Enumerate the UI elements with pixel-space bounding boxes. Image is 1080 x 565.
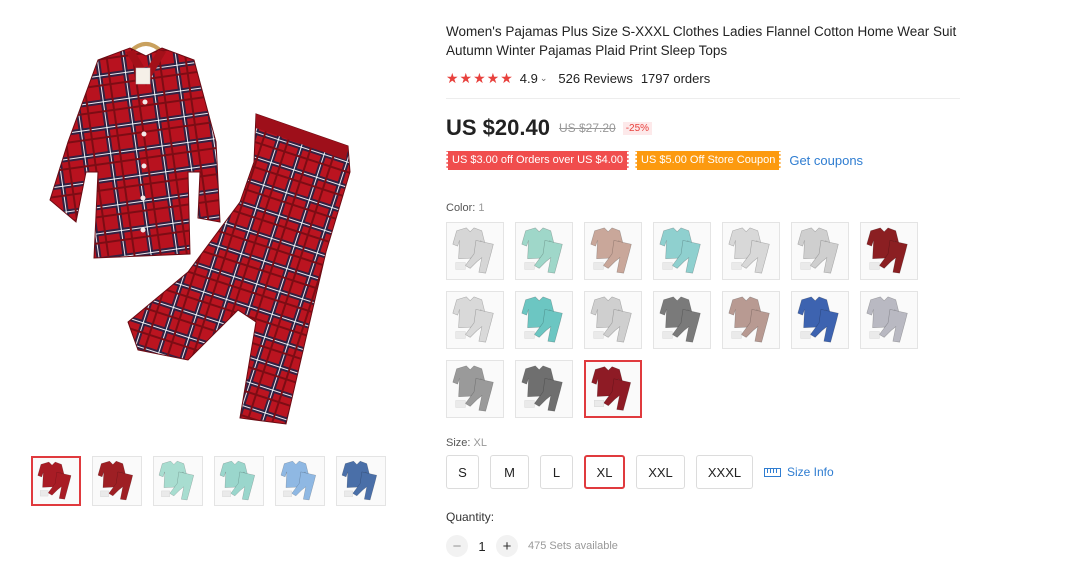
- color-swatch[interactable]: [584, 360, 642, 418]
- stock-available: 475 Sets available: [528, 540, 618, 552]
- product-title: Women's Pajamas Plus Size S-XXXL Clothes…: [446, 24, 957, 58]
- get-coupons-link[interactable]: Get coupons: [789, 153, 863, 168]
- size-label: Size: XL: [446, 437, 966, 449]
- color-swatch-grid: [446, 222, 926, 418]
- gallery-thumbnail[interactable]: [336, 456, 386, 506]
- color-swatch[interactable]: [791, 222, 849, 280]
- color-swatch[interactable]: [860, 291, 918, 349]
- quantity-increase-button[interactable]: +: [496, 535, 518, 557]
- reviews-count[interactable]: 526 Reviews: [558, 71, 632, 86]
- color-swatch[interactable]: [446, 222, 504, 280]
- gallery-thumbnail[interactable]: [92, 456, 142, 506]
- size-option-l[interactable]: L: [540, 455, 573, 489]
- original-price: US $27.20: [558, 121, 616, 135]
- rating-value[interactable]: 4.9: [520, 71, 538, 86]
- size-label-text: Size:: [446, 437, 471, 449]
- size-option-xl[interactable]: XL: [584, 455, 625, 489]
- color-swatch[interactable]: [446, 291, 504, 349]
- gallery-thumbnail[interactable]: [214, 456, 264, 506]
- size-selected-value: XL: [473, 437, 487, 449]
- size-info-label: Size Info: [787, 465, 834, 479]
- color-swatch[interactable]: [446, 360, 504, 418]
- gallery-thumbnail[interactable]: [31, 456, 81, 506]
- pajama-set-illustration: [49, 42, 351, 425]
- divider: [446, 98, 960, 99]
- main-product-image[interactable]: [28, 22, 388, 442]
- color-swatch[interactable]: [515, 222, 573, 280]
- ruler-icon: [764, 467, 781, 477]
- color-swatch[interactable]: [653, 291, 711, 349]
- quantity-stepper: − 1 + 475 Sets available: [446, 535, 966, 557]
- color-swatch[interactable]: [722, 291, 780, 349]
- rating-stars-icon: ★★★★★: [446, 69, 514, 86]
- orders-count: 1797 orders: [640, 70, 711, 86]
- price-row: US $20.40 US $27.20 -25%: [446, 115, 966, 141]
- chevron-down-icon[interactable]: ⌄: [540, 73, 548, 84]
- discount-badge: -25%: [622, 121, 653, 135]
- color-swatch[interactable]: [584, 222, 642, 280]
- order-coupon[interactable]: US $3.00 off Orders over US $4.00: [445, 151, 630, 170]
- color-swatch[interactable]: [584, 291, 642, 349]
- color-swatch[interactable]: [791, 291, 849, 349]
- color-swatch[interactable]: [515, 360, 573, 418]
- size-option-m[interactable]: M: [490, 455, 529, 489]
- color-selected-value: 1: [478, 202, 485, 214]
- size-options: S M L XL XXL XXXL Size Info: [446, 455, 966, 489]
- color-swatch[interactable]: [515, 291, 573, 349]
- rating-row: ★★★★★ 4.9 ⌄ 526 Reviews 1797 orders: [446, 69, 966, 87]
- quantity-label: Quantity:: [446, 510, 495, 524]
- color-swatch[interactable]: [860, 222, 918, 280]
- size-option-xxl[interactable]: XXL: [636, 455, 685, 489]
- size-info-link[interactable]: Size Info: [764, 465, 834, 479]
- size-option-s[interactable]: S: [446, 455, 479, 489]
- store-coupon[interactable]: US $5.00 Off Store Coupon: [633, 151, 783, 170]
- gallery-thumbnail[interactable]: [153, 456, 203, 506]
- product-info-panel: Women's Pajamas Plus Size S-XXXL Clothes…: [445, 22, 966, 557]
- current-price: US $20.40: [446, 115, 550, 140]
- color-swatch[interactable]: [653, 222, 711, 280]
- thumbnail-strip: [31, 456, 386, 506]
- gallery-thumbnail[interactable]: [275, 456, 325, 506]
- color-swatch[interactable]: [722, 222, 780, 280]
- quantity-decrease-button[interactable]: −: [446, 535, 468, 557]
- size-option-xxxl[interactable]: XXXL: [696, 455, 753, 489]
- coupon-row: US $3.00 off Orders over US $4.00 US $5.…: [445, 151, 966, 170]
- quantity-input[interactable]: 1: [468, 539, 496, 554]
- color-label: Color: 1: [446, 202, 966, 214]
- color-label-text: Color:: [446, 202, 476, 214]
